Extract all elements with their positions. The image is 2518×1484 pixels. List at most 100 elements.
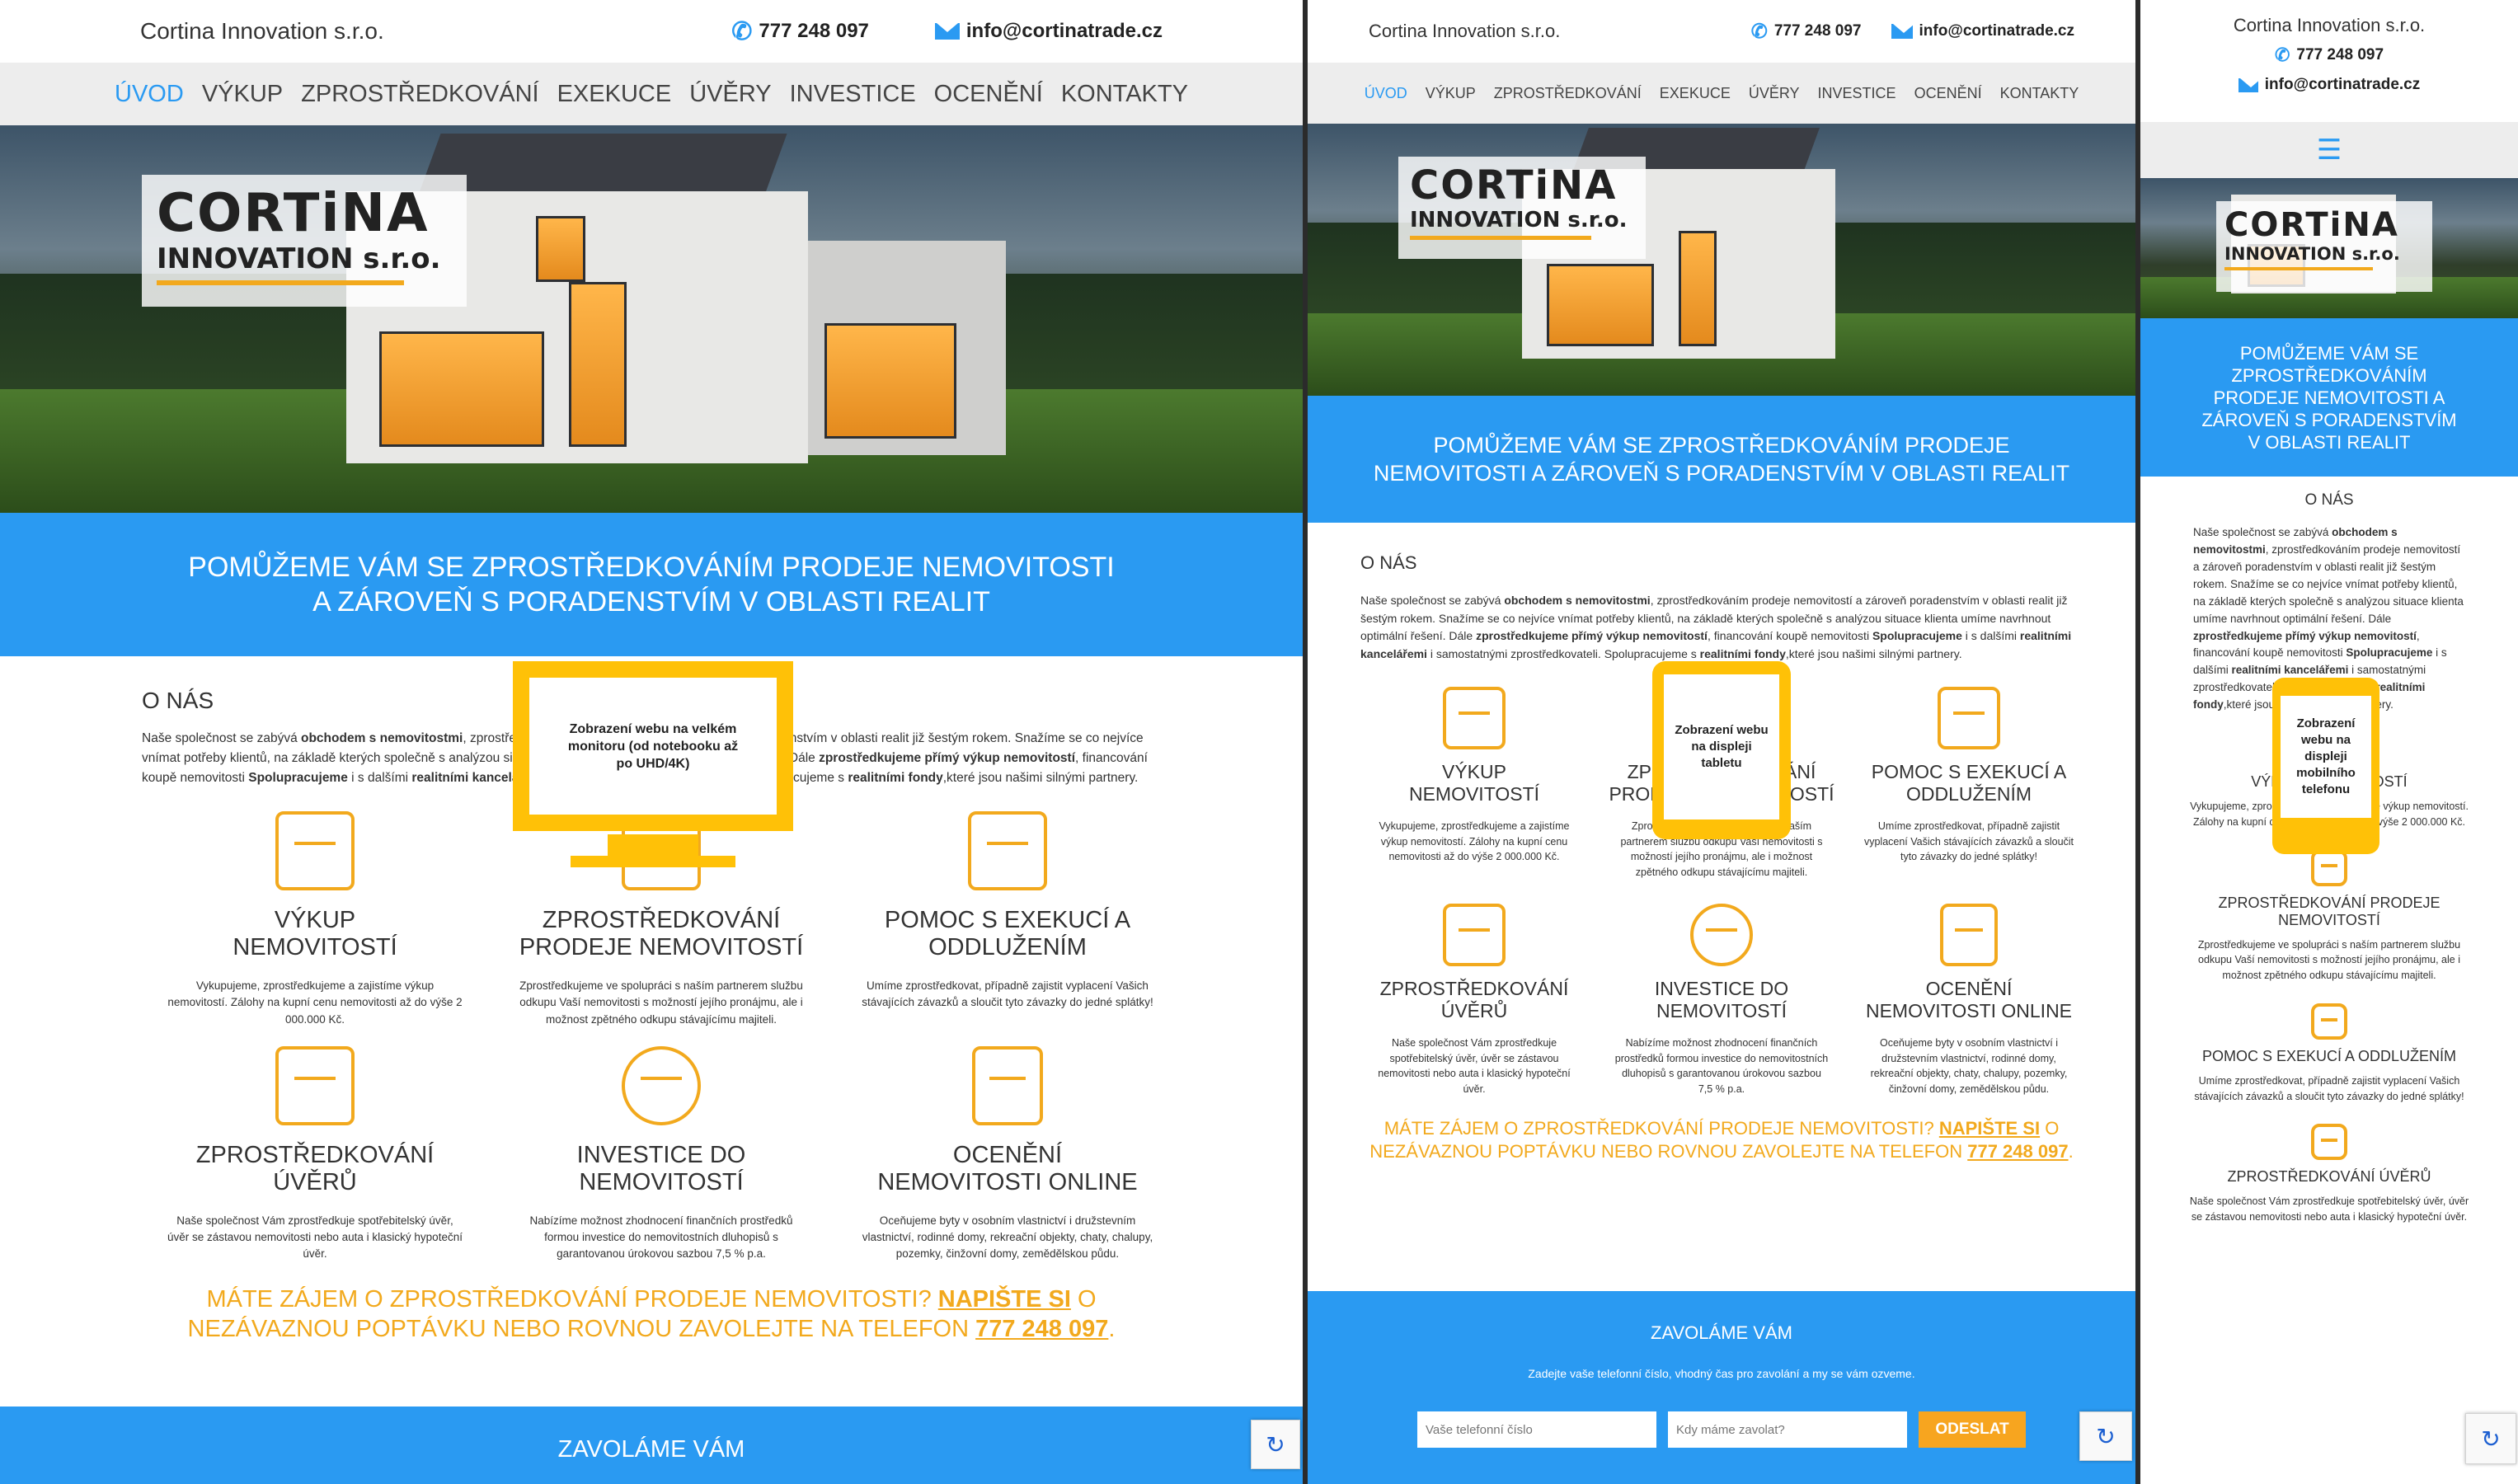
about-text: Naše společnost se zabývá obchodem s nem… <box>1360 592 2083 664</box>
service-uvery[interactable]: ZPROSTŘEDKOVÁNÍ ÚVĚRŮ Naše společnost Vá… <box>2187 1124 2472 1225</box>
service-exekuce[interactable]: POMOC S EXEKUCÍ A ODDLUŽENÍM Umíme zpros… <box>834 811 1181 1028</box>
menu-icon[interactable]: ☰ <box>2317 134 2342 167</box>
service-title: ZPROSTŘEDKOVÁNÍ ÚVĚRŮ <box>1379 977 1569 1021</box>
service-text: Nabízíme možnost zhodnocení finančních p… <box>1614 1036 1829 1095</box>
banner-text: POMŮŽEME VÁM SE ZPROSTŘEDKOVÁNÍM PRODEJE… <box>188 552 1115 618</box>
cta-phone[interactable]: 777 248 097 <box>1967 1141 2068 1162</box>
phone-screen: Zobrazení webu na displeji mobilního tel… <box>2281 696 2371 818</box>
phone-icon: ✆ <box>731 17 753 45</box>
handshake-icon <box>2311 849 2347 886</box>
hero-image: CORTiNA INNOVATION s.r.o. <box>0 125 1303 513</box>
service-title: POMOC S EXEKUCÍ A ODDLUŽENÍM <box>1871 760 2067 805</box>
service-title: VÝKUP NEMOVITOSTÍ <box>1408 760 1540 805</box>
service-title: ZPROSTŘEDKOVÁNÍ PRODEJE NEMOVITOSTÍ <box>2218 894 2440 928</box>
calculator-docs-icon <box>2311 1003 2347 1040</box>
phone-number[interactable]: 777 248 097 <box>759 20 868 43</box>
service-vykup[interactable]: VÝKUP NEMOVITOSTÍ Vykupujeme, zprostředk… <box>1351 686 1598 881</box>
phone-number[interactable]: 777 248 097 <box>2296 46 2384 64</box>
email-contact[interactable]: info@cortinatrade.cz <box>934 20 1163 43</box>
main-nav: ÚVOD VÝKUP ZPROSTŘEDKOVÁNÍ EXEKUCE ÚVĚRY… <box>0 63 1303 125</box>
service-uvery[interactable]: ZPROSTŘEDKOVÁNÍ ÚVĚRŮ Naše společnost Vá… <box>142 1045 488 1263</box>
service-exekuce[interactable]: POMOC S EXEKUCÍ A ODDLUŽENÍM Umíme zpros… <box>1845 686 2093 881</box>
cta-phone[interactable]: 777 248 097 <box>975 1316 1108 1342</box>
header-topbar: Cortina Innovation s.r.o. ✆ 777 248 097 … <box>1308 0 2135 63</box>
email-address[interactable]: info@cortinatrade.cz <box>1919 22 2075 40</box>
nav-kontakty[interactable]: KONTAKTY <box>1061 81 1188 108</box>
callback-submit-button[interactable]: ODESLAT <box>1919 1411 2026 1448</box>
recaptcha-badge[interactable]: ↻ <box>2465 1413 2516 1464</box>
recaptcha-badge[interactable]: ↻ <box>2079 1411 2132 1461</box>
service-zprostredkovani[interactable]: ZPROSTŘEDKOVÁNÍ PRODEJE NEMOVITOSTÍ Zpro… <box>2187 849 2472 984</box>
checklist-icon <box>972 1045 1043 1125</box>
nav-vykup[interactable]: VÝKUP <box>202 81 283 108</box>
callback-section: ZAVOLÁME VÁM <box>0 1407 1303 1484</box>
recaptcha-badge[interactable]: ↻ <box>1251 1420 1300 1469</box>
mail-icon <box>1891 24 1914 39</box>
nav-uvod[interactable]: ÚVOD <box>115 81 184 108</box>
nav-exekuce[interactable]: EXEKUCE <box>1660 85 1731 102</box>
about-part: Naše společnost se zabývá <box>142 731 301 745</box>
cta-link[interactable]: NAPIŠTE SI <box>1939 1118 2040 1139</box>
email-address[interactable]: info@cortinatrade.cz <box>2265 76 2421 94</box>
hero-image: CORTiNA INNOVATION s.r.o. <box>2140 178 2518 318</box>
service-exekuce[interactable]: POMOC S EXEKUCÍ A ODDLUŽENÍM Umíme zpros… <box>2187 1003 2472 1105</box>
nav-exekuce[interactable]: EXEKUCE <box>557 81 672 108</box>
logo-subtitle: INNOVATION s.r.o. <box>157 242 441 275</box>
cta-part: MÁTE ZÁJEM O ZPROSTŘEDKOVÁNÍ PRODEJE NEM… <box>206 1285 938 1313</box>
service-vykup[interactable]: VÝKUP NEMOVITOSTÍ Vykupujeme, zprostředk… <box>142 811 488 1028</box>
calculator-docs-icon <box>968 811 1047 891</box>
email-contact[interactable]: info@cortinatrade.cz <box>1891 22 2075 40</box>
nav-uvod[interactable]: ÚVOD <box>1365 85 1407 102</box>
service-oceneni[interactable]: OCENĚNÍ NEMOVITOSTI ONLINE Oceňujeme byt… <box>1845 903 2093 1097</box>
recaptcha-icon: ↻ <box>2481 1425 2501 1452</box>
service-text: Naše společnost Vám zprostředkuje spotře… <box>1378 1036 1571 1095</box>
house-sale-icon <box>275 811 355 891</box>
nav-kontakty[interactable]: KONTAKTY <box>2000 85 2079 102</box>
nav-uvery[interactable]: ÚVĚRY <box>1749 85 1800 102</box>
company-name: Cortina Innovation s.r.o. <box>1369 21 1561 41</box>
nav-zprostredkovani[interactable]: ZPROSTŘEDKOVÁNÍ <box>301 81 538 108</box>
nav-oceneni[interactable]: OCENĚNÍ <box>1914 85 1982 102</box>
service-text: Umíme zprostředkovat, případně zajistit … <box>2194 1074 2464 1102</box>
nav-uvery[interactable]: ÚVĚRY <box>689 81 771 108</box>
service-oceneni[interactable]: OCENĚNÍ NEMOVITOSTI ONLINE Oceňujeme byt… <box>834 1045 1181 1263</box>
service-uvery[interactable]: ZPROSTŘEDKOVÁNÍ ÚVĚRŮ Naše společnost Vá… <box>1351 903 1598 1097</box>
phone-number[interactable]: 777 248 097 <box>1774 22 1862 40</box>
banner-text: POMŮŽEME VÁM SE ZPROSTŘEDKOVÁNÍM PRODEJE… <box>1373 433 2070 486</box>
phone-contact[interactable]: ✆ 777 248 097 <box>1751 20 1862 44</box>
email-address[interactable]: info@cortinatrade.cz <box>966 20 1163 43</box>
about-part: ,které jsou našimi silnými partnery. <box>1785 647 1962 661</box>
nav-vykup[interactable]: VÝKUP <box>1426 85 1476 102</box>
nav-investice[interactable]: INVESTICE <box>1818 85 1896 102</box>
callback-phone-input[interactable] <box>1417 1411 1656 1448</box>
service-title: ZPROSTŘEDKOVÁNÍ PRODEJE NEMOVITOSTÍ <box>519 907 804 961</box>
tablet-device-overlay: Zobrazení webu na displeji tabletu <box>1652 661 1791 839</box>
overlay-text: Zobrazení webu na displeji tabletu <box>1675 723 1769 770</box>
hero-window <box>379 331 544 447</box>
phone-contact[interactable]: ✆ 777 248 097 <box>731 17 869 46</box>
callback-section: ZAVOLÁME VÁM Zadejte vaše telefonní čísl… <box>1308 1291 2135 1484</box>
service-investice[interactable]: INVESTICE DO NEMOVITOSTÍ Nabízíme možnos… <box>488 1045 834 1263</box>
service-title: ZPROSTŘEDKOVÁNÍ ÚVĚRŮ <box>195 1141 435 1195</box>
hero-window <box>824 323 956 439</box>
nav-zprostredkovani[interactable]: ZPROSTŘEDKOVÁNÍ <box>1494 85 1642 102</box>
cta-link[interactable]: NAPIŠTE SI <box>938 1286 1071 1313</box>
service-title: VÝKUP NEMOVITOSTÍ <box>233 907 397 961</box>
email-contact[interactable]: info@cortinatrade.cz <box>2140 76 2518 94</box>
callback-time-input[interactable] <box>1668 1411 1907 1448</box>
service-title: POMOC S EXEKUCÍ A ODDLUŽENÍM <box>884 907 1131 961</box>
nav-oceneni[interactable]: OCENĚNÍ <box>934 81 1043 108</box>
phone-icon: ✆ <box>2274 45 2290 65</box>
header-topbar: Cortina Innovation s.r.o. ✆ 777 248 097 … <box>0 0 1303 63</box>
desktop-view: Cortina Innovation s.r.o. ✆ 777 248 097 … <box>0 0 1303 1484</box>
phone-contact[interactable]: ✆ 777 248 097 <box>2140 45 2518 66</box>
nav-investice[interactable]: INVESTICE <box>790 81 916 108</box>
service-investice[interactable]: INVESTICE DO NEMOVITOSTÍ Nabízíme možnos… <box>1598 903 1845 1097</box>
logo-underline <box>1410 236 1591 240</box>
about-bold: realitními fondy <box>1699 647 1786 661</box>
calculator-docs-icon <box>1938 686 2000 749</box>
hero-window <box>569 282 627 447</box>
about-section: O NÁS Naše společnost se zabývá obchodem… <box>1308 523 2135 664</box>
service-title: OCENĚNÍ NEMOVITOSTI ONLINE <box>1865 977 2073 1021</box>
service-text: Zprostředkujeme ve spolupráci s naším pa… <box>2197 938 2461 982</box>
